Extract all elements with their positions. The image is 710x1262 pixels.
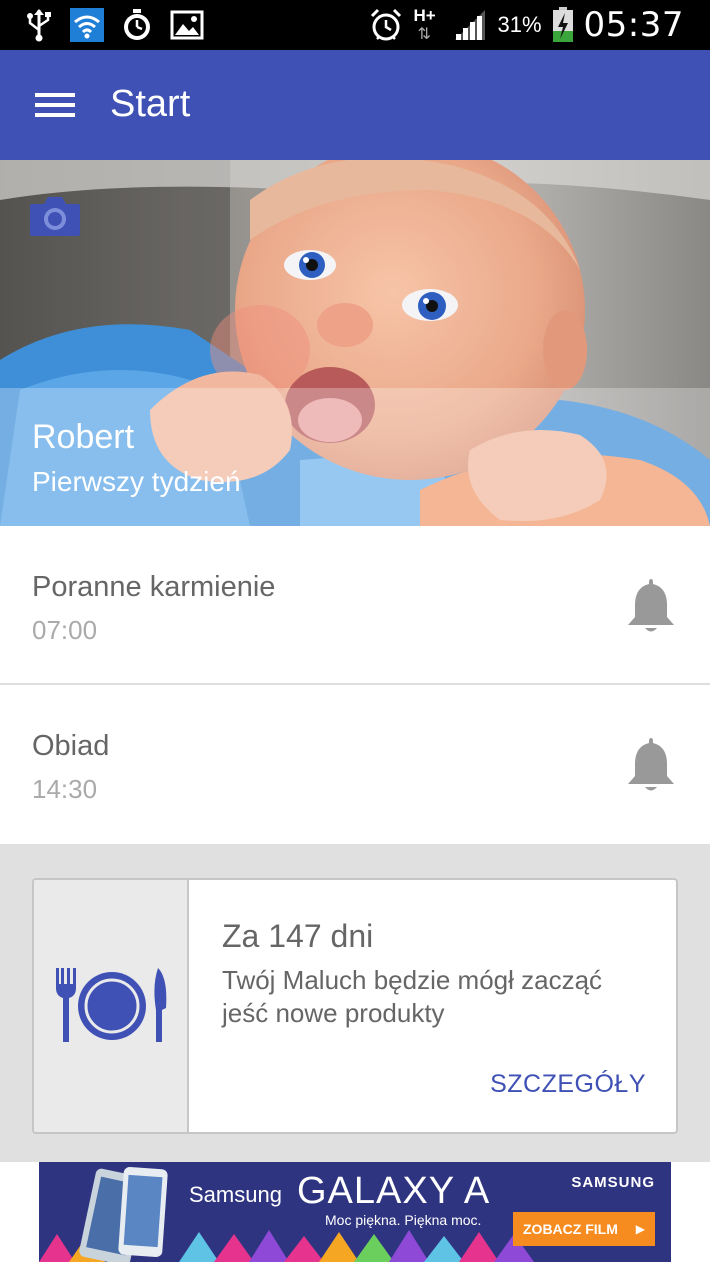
reminder-title: Poranne karmienie — [32, 571, 276, 603]
card-icon-panel — [34, 880, 189, 1132]
stopwatch-icon — [124, 9, 150, 40]
menu-icon[interactable] — [30, 85, 80, 125]
gallery-icon — [170, 10, 204, 40]
details-button[interactable]: SZCZEGÓŁY — [490, 1070, 646, 1099]
hero-caption-overlay — [0, 388, 710, 526]
ad-cta-button[interactable]: ZOBACZ FILM ▶ — [513, 1212, 655, 1246]
reminder-time: 14:30 — [32, 774, 98, 804]
alarm-icon — [371, 8, 402, 41]
info-card: Za 147 dni Twój Maluch będzie mógł zaczą… — [32, 878, 678, 1134]
ad-area: Samsung GALAXY A Moc piękna. Piękna moc.… — [0, 1162, 710, 1262]
reminder-title: Obiad — [32, 730, 110, 762]
card-text: Twój Maluch będzie mógł zacząć jeść nowe… — [222, 965, 603, 1028]
app-bar: Start — [0, 50, 710, 160]
child-name: Robert — [32, 418, 135, 456]
bell-icon[interactable] — [624, 575, 678, 635]
ad-brand-big: GALAXY A — [297, 1170, 491, 1212]
clock: 05:37 — [583, 5, 684, 45]
reminder-item[interactable]: Poranne karmienie 07:00 — [0, 527, 710, 685]
network-type: H+ ⇅ — [413, 6, 436, 43]
camera-icon[interactable] — [28, 192, 82, 238]
child-age: Pierwszy tydzień — [32, 466, 241, 497]
usb-icon — [27, 9, 51, 42]
cutlery-plate-icon — [56, 968, 167, 1042]
battery-icon — [552, 7, 573, 42]
signal-icon — [455, 10, 486, 40]
ad-tagline: Moc piękna. Piękna moc. — [325, 1212, 482, 1228]
ad-brand-small: Samsung — [189, 1182, 282, 1207]
battery-percent: 31% — [497, 12, 542, 37]
ad-cta-label: ZOBACZ FILM — [523, 1221, 618, 1237]
card-heading: Za 147 dni — [222, 918, 374, 954]
child-photo-header: Robert Pierwszy tydzień — [0, 160, 710, 526]
wifi-icon — [70, 8, 104, 42]
page-title: Start — [110, 83, 191, 125]
play-arrow-icon: ▶ — [635, 1222, 645, 1236]
status-bar: H+ ⇅ 31% 05:37 — [0, 0, 710, 50]
bell-icon[interactable] — [624, 734, 678, 794]
reminder-item[interactable]: Obiad 14:30 — [0, 686, 710, 844]
reminder-time: 07:00 — [32, 615, 98, 645]
ad-banner[interactable]: Samsung GALAXY A Moc piękna. Piękna moc.… — [39, 1162, 671, 1262]
ad-samsung-logo: SAMSUNG — [571, 1174, 655, 1191]
